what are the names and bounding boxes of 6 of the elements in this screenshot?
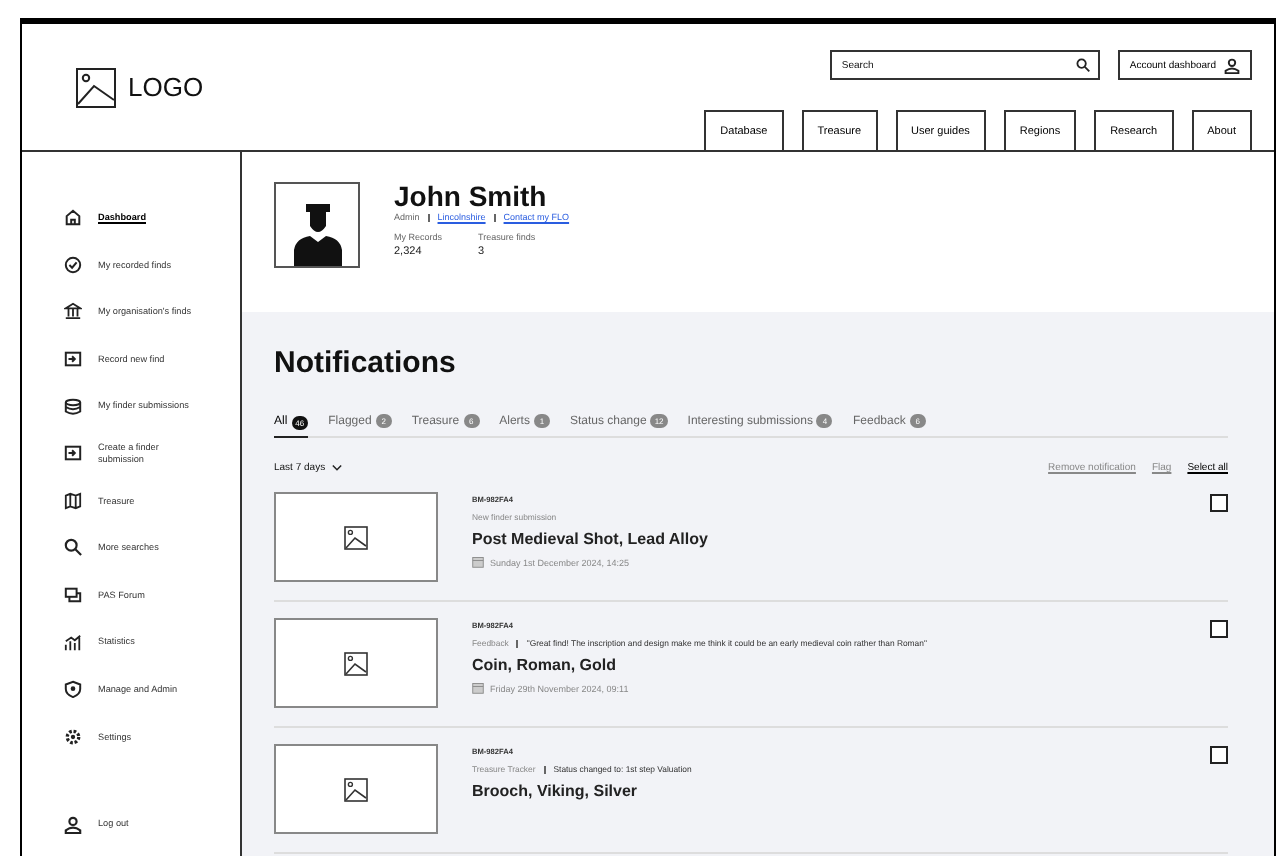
find-title[interactable]: Brooch, Viking, Silver (472, 782, 1176, 800)
notifications-heading: Notifications (274, 348, 458, 378)
logo-text: LOGO (128, 72, 204, 102)
find-title[interactable]: Coin, Roman, Gold (472, 656, 1176, 674)
find-title[interactable]: Post Medieval Shot, Lead Alloy (472, 530, 1176, 548)
profile-name: John Smith (394, 182, 549, 210)
